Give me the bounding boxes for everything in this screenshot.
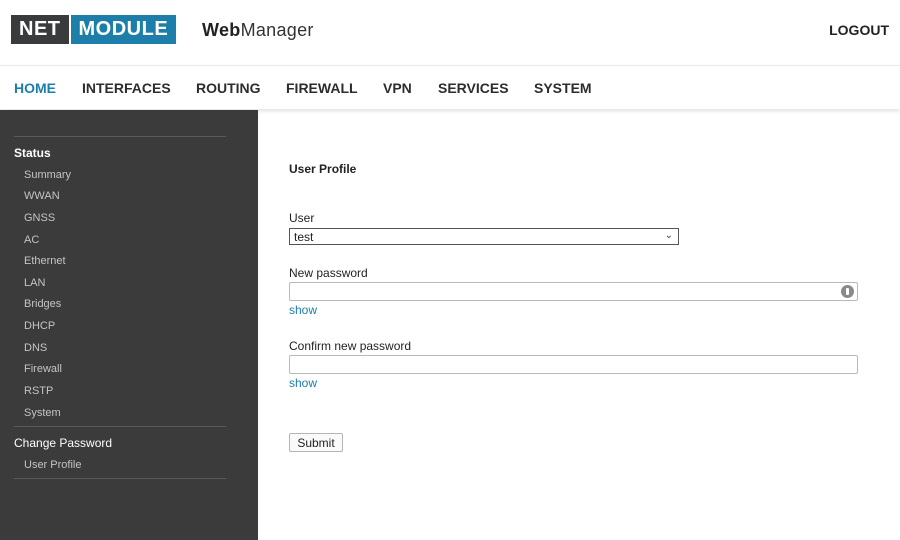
nav-interfaces[interactable]: INTERFACES bbox=[82, 80, 171, 96]
sidebar-heading-change-password[interactable]: Change Password bbox=[14, 436, 112, 450]
sidebar-item-bridges[interactable]: Bridges bbox=[24, 298, 61, 310]
submit-button[interactable]: Submit bbox=[289, 433, 343, 452]
app-title-rest: Manager bbox=[240, 20, 314, 40]
nav-routing[interactable]: ROUTING bbox=[196, 80, 261, 96]
sidebar-divider bbox=[14, 426, 226, 427]
sidebar-item-ac[interactable]: AC bbox=[24, 234, 39, 246]
sidebar-heading-status[interactable]: Status bbox=[14, 146, 51, 160]
sidebar-item-firewall[interactable]: Firewall bbox=[24, 363, 62, 375]
sidebar-item-wwan[interactable]: WWAN bbox=[24, 190, 60, 202]
user-select-value: test bbox=[294, 230, 314, 244]
nav-firewall[interactable]: FIREWALL bbox=[286, 80, 358, 96]
main-nav: HOME INTERFACES ROUTING FIREWALL VPN SER… bbox=[0, 66, 900, 109]
nav-system[interactable]: SYSTEM bbox=[534, 80, 592, 96]
page-title: User Profile bbox=[289, 162, 357, 176]
confirm-password-show-link[interactable]: show bbox=[289, 376, 317, 390]
user-label: User bbox=[289, 211, 315, 225]
user-select[interactable]: test ⌄ bbox=[289, 228, 679, 245]
app-title-bold: Web bbox=[202, 20, 241, 40]
app-title: WebManager bbox=[202, 20, 314, 41]
sidebar-divider bbox=[14, 136, 226, 137]
sidebar-divider bbox=[14, 478, 226, 479]
new-password-label: New password bbox=[289, 266, 368, 280]
confirm-password-field[interactable] bbox=[289, 355, 858, 374]
sidebar-item-dns[interactable]: DNS bbox=[24, 342, 47, 354]
nav-services[interactable]: SERVICES bbox=[438, 80, 509, 96]
sidebar-item-user-profile[interactable]: User Profile bbox=[24, 459, 81, 471]
sidebar-item-system[interactable]: System bbox=[24, 407, 61, 419]
sidebar-item-lan[interactable]: LAN bbox=[24, 277, 45, 289]
nav-vpn[interactable]: VPN bbox=[383, 80, 412, 96]
chevron-down-icon: ⌄ bbox=[664, 230, 673, 241]
nav-home[interactable]: HOME bbox=[14, 80, 56, 96]
sidebar: Status Summary WWAN GNSS AC Ethernet LAN… bbox=[0, 110, 258, 540]
sidebar-item-gnss[interactable]: GNSS bbox=[24, 212, 55, 224]
netmodule-logo[interactable]: NET MODULE bbox=[11, 15, 177, 44]
sidebar-item-ethernet[interactable]: Ethernet bbox=[24, 255, 66, 267]
sidebar-item-dhcp[interactable]: DHCP bbox=[24, 320, 55, 332]
password-manager-icon[interactable] bbox=[841, 285, 854, 298]
logo-module-text: MODULE bbox=[70, 15, 177, 44]
new-password-show-link[interactable]: show bbox=[289, 303, 317, 317]
header: NET MODULE WebManager LOGOUT bbox=[0, 0, 900, 66]
confirm-password-label: Confirm new password bbox=[289, 339, 412, 353]
new-password-field[interactable] bbox=[289, 282, 858, 301]
logo-net-text: NET bbox=[11, 15, 69, 44]
sidebar-item-summary[interactable]: Summary bbox=[24, 169, 71, 181]
sidebar-item-rstp[interactable]: RSTP bbox=[24, 385, 53, 397]
logout-link[interactable]: LOGOUT bbox=[829, 22, 889, 38]
